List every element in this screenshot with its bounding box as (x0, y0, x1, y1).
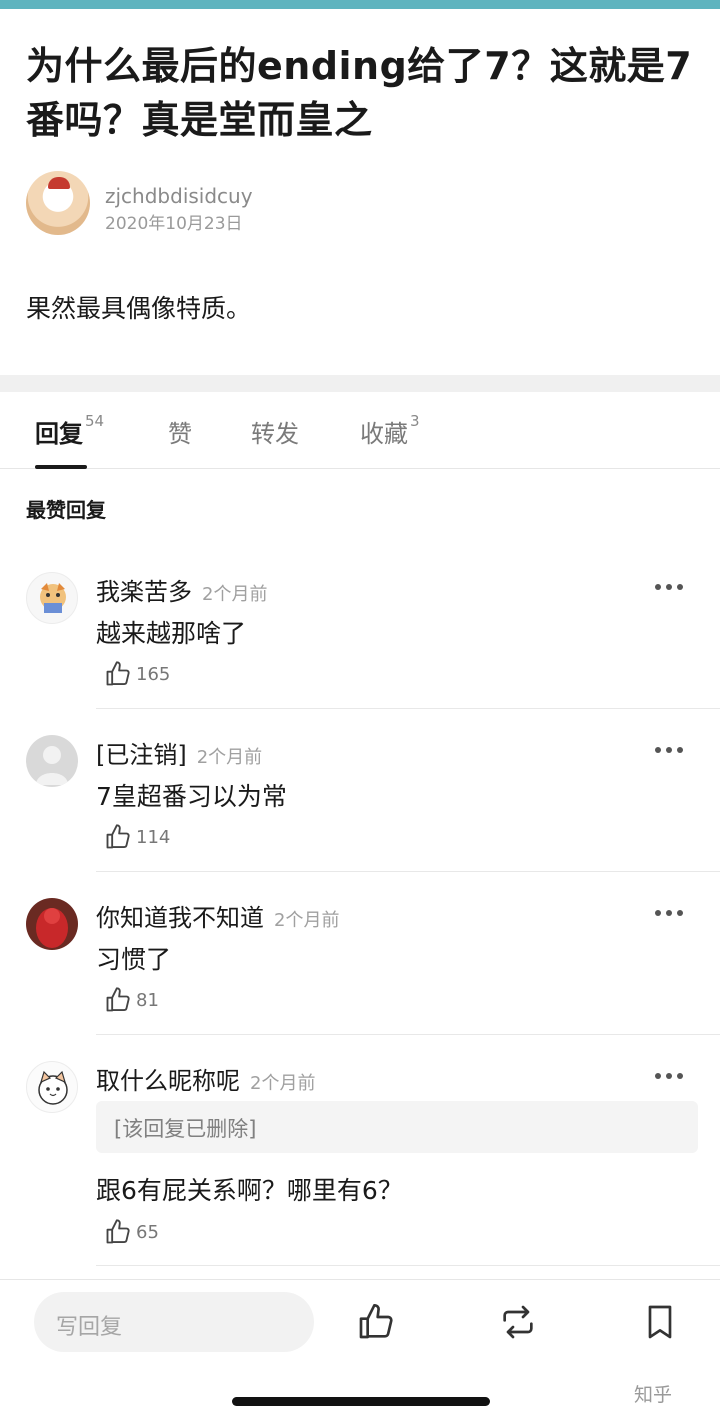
bookmark-icon (648, 1305, 672, 1339)
commenter-name[interactable]: 你知道我不知道 2个月前 (96, 898, 339, 933)
tab-bar: 回复 54 赞 转发 收藏 3 (0, 392, 720, 469)
comment-time: 2个月前 (250, 1073, 316, 1094)
comment-divider (96, 708, 720, 709)
thumbs-up-icon (106, 661, 130, 686)
more-icon[interactable] (655, 745, 685, 755)
more-icon[interactable] (655, 1071, 685, 1081)
watermark: 知乎 (634, 1384, 673, 1406)
post-title: 为什么最后的ending给了7？这就是7番吗？真是堂而皇之 (26, 44, 693, 142)
tab-reposts[interactable]: 转发 (251, 414, 299, 449)
like-button[interactable]: 114 (104, 823, 224, 853)
like-button[interactable]: 165 (104, 660, 224, 690)
comment-text: 7皇超番习以为常 (96, 782, 287, 811)
home-indicator[interactable] (232, 1397, 490, 1406)
reply-input[interactable]: 写回复 (34, 1292, 314, 1352)
author-avatar[interactable] (26, 171, 90, 235)
thumbs-up-icon (359, 1304, 393, 1339)
like-count: 165 (136, 664, 171, 685)
like-button[interactable]: 81 (104, 986, 224, 1016)
commenter-avatar[interactable] (26, 1061, 78, 1113)
commenter-name[interactable]: 取什么昵称呢 2个月前 (96, 1061, 315, 1096)
post-date: 2020年10月23日 (105, 214, 243, 234)
post: 为什么最后的ending给了7？这就是7番吗？真是堂而皇之 zjchdbdisi… (0, 9, 720, 375)
tab-replies[interactable]: 回复 54 (35, 412, 104, 449)
active-tab-indicator (35, 465, 87, 469)
post-body: 果然最具偶像特质。 (26, 294, 252, 323)
commenter-name[interactable]: 我楽苦多 2个月前 (96, 572, 267, 607)
comment-divider (96, 871, 720, 872)
tab-favorites[interactable]: 收藏 3 (360, 412, 420, 449)
bookmark-button[interactable] (640, 1302, 680, 1342)
comment-text: 习惯了 (96, 945, 172, 974)
comment-divider (96, 1265, 720, 1266)
thumbs-up-icon (106, 987, 130, 1012)
like-count: 65 (136, 1222, 159, 1243)
quoted-reply[interactable]: [该回复已删除] (96, 1101, 698, 1153)
more-icon[interactable] (655, 908, 685, 918)
comment-divider (96, 1034, 720, 1035)
section-divider (0, 375, 720, 392)
author-name[interactable]: zjchdbdisidcuy (105, 184, 253, 208)
commenter-avatar[interactable] (26, 898, 78, 950)
repost-icon (503, 1305, 533, 1339)
repost-button[interactable] (498, 1302, 538, 1342)
comment-text: 越来越那啥了 (96, 619, 247, 648)
comment-text: 跟6有屁关系啊？哪里有6？ (96, 1176, 403, 1205)
more-icon[interactable] (655, 582, 685, 592)
commenter-avatar[interactable] (26, 572, 78, 624)
top-accent-bar (0, 0, 720, 9)
section-label: 最赞回复 (26, 498, 106, 522)
like-count: 114 (136, 827, 171, 848)
bottom-action-bar: 写回复 知乎 (0, 1279, 720, 1419)
reply-placeholder: 写回复 (56, 1315, 123, 1340)
thumbs-up-icon (106, 1219, 130, 1244)
like-button[interactable]: 65 (104, 1218, 224, 1248)
commenter-name[interactable]: [已注销] 2个月前 (96, 735, 262, 770)
like-count: 81 (136, 990, 159, 1011)
thumbs-up-icon (106, 824, 130, 849)
tab-likes[interactable]: 赞 (168, 414, 192, 449)
commenter-avatar[interactable] (26, 735, 78, 787)
comment-time: 2个月前 (202, 584, 268, 605)
like-post-button[interactable] (356, 1302, 396, 1342)
comment-time: 2个月前 (196, 747, 263, 768)
comment-time: 2个月前 (274, 910, 340, 931)
quoted-reply-text: [该回复已删除] (114, 1117, 257, 1141)
